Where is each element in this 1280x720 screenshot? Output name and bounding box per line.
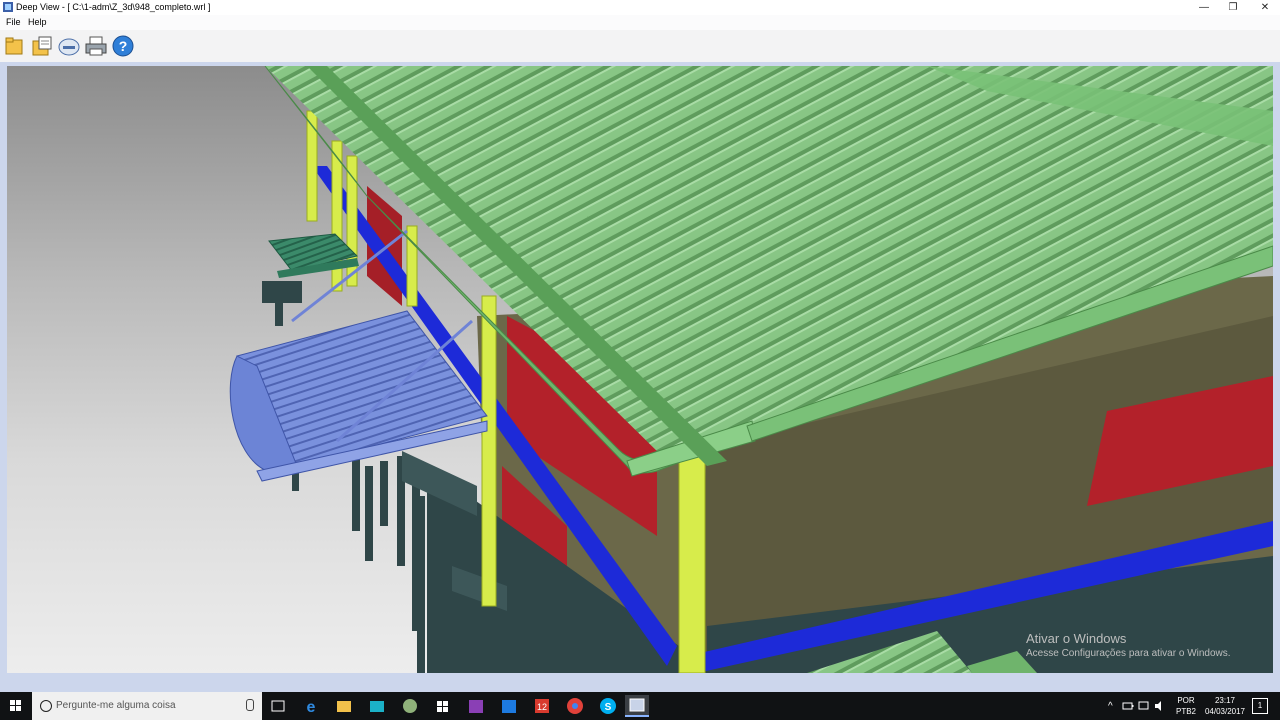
building-3d-model xyxy=(229,66,1273,673)
outlook-icon[interactable] xyxy=(497,695,521,717)
microphone-icon[interactable] xyxy=(246,699,254,711)
chrome-icon[interactable] xyxy=(563,695,587,717)
menu-help[interactable]: Help xyxy=(28,17,47,27)
language-line2: PTB2 xyxy=(1176,707,1197,716)
activation-watermark-title: Ativar o Windows xyxy=(1026,631,1127,646)
printer-icon[interactable] xyxy=(84,34,108,58)
menu-bar: File Help xyxy=(0,15,1280,30)
activation-watermark-subtitle: Acesse Configurações para ativar o Windo… xyxy=(1026,648,1231,659)
maximize-button[interactable]: ❐ xyxy=(1218,0,1248,15)
onenote-icon[interactable] xyxy=(464,695,488,717)
close-button[interactable]: ✕ xyxy=(1250,0,1280,15)
menu-file[interactable]: File xyxy=(6,17,21,27)
cortana-icon xyxy=(40,700,52,712)
deep-view-taskbar-icon[interactable] xyxy=(625,695,649,717)
open-folder-icon[interactable] xyxy=(3,34,27,58)
clock-time: 23:17 xyxy=(1214,696,1236,705)
help-icon[interactable]: ? xyxy=(111,34,135,58)
battery-icon[interactable] xyxy=(1122,700,1134,712)
svg-text:S: S xyxy=(605,702,612,713)
minimize-button[interactable]: — xyxy=(1189,0,1219,15)
window-title: Deep View - [ C:\1-adm\Z_3d\948_completo… xyxy=(16,2,211,12)
windows-start-icon[interactable] xyxy=(0,692,32,720)
search-placeholder: Pergunte-me alguma coisa xyxy=(56,700,176,711)
edge-icon[interactable]: e xyxy=(299,695,323,717)
volume-icon[interactable] xyxy=(1154,700,1166,712)
task-view-icon[interactable] xyxy=(266,695,290,717)
svg-text:?: ? xyxy=(119,38,128,54)
app-12-icon[interactable]: 12 xyxy=(530,695,554,717)
language-line1: POR xyxy=(1177,696,1195,705)
app-icon-green[interactable] xyxy=(398,695,422,717)
taskbar: Pergunte-me alguma coisa e 12 S ^ POR PT… xyxy=(0,692,1280,720)
windows-store-icon[interactable] xyxy=(431,695,455,717)
cortana-search-box[interactable]: Pergunte-me alguma coisa xyxy=(32,692,262,720)
svg-text:e: e xyxy=(307,699,316,716)
open-files-icon[interactable] xyxy=(30,34,54,58)
notification-center-icon[interactable]: 1 xyxy=(1252,698,1268,714)
title-bar: Deep View - [ C:\1-adm\Z_3d\948_completo… xyxy=(0,0,1280,15)
clock-date: 04/03/2017 xyxy=(1204,707,1246,716)
language-indicator[interactable]: POR PTB2 xyxy=(1176,695,1196,717)
3d-viewport[interactable] xyxy=(7,66,1273,673)
tray-chevron-icon[interactable]: ^ xyxy=(1108,701,1113,712)
app-icon xyxy=(3,2,13,12)
skype-icon[interactable]: S xyxy=(596,695,620,717)
store-icon[interactable] xyxy=(365,695,389,717)
notification-count: 1 xyxy=(1257,701,1263,710)
file-explorer-icon[interactable] xyxy=(332,695,356,717)
network-icon[interactable] xyxy=(1138,700,1150,712)
clock[interactable]: 23:17 04/03/2017 xyxy=(1198,695,1252,717)
scanner-icon[interactable] xyxy=(57,34,81,58)
svg-text:12: 12 xyxy=(537,702,547,712)
toolbar: ? xyxy=(0,30,1280,63)
